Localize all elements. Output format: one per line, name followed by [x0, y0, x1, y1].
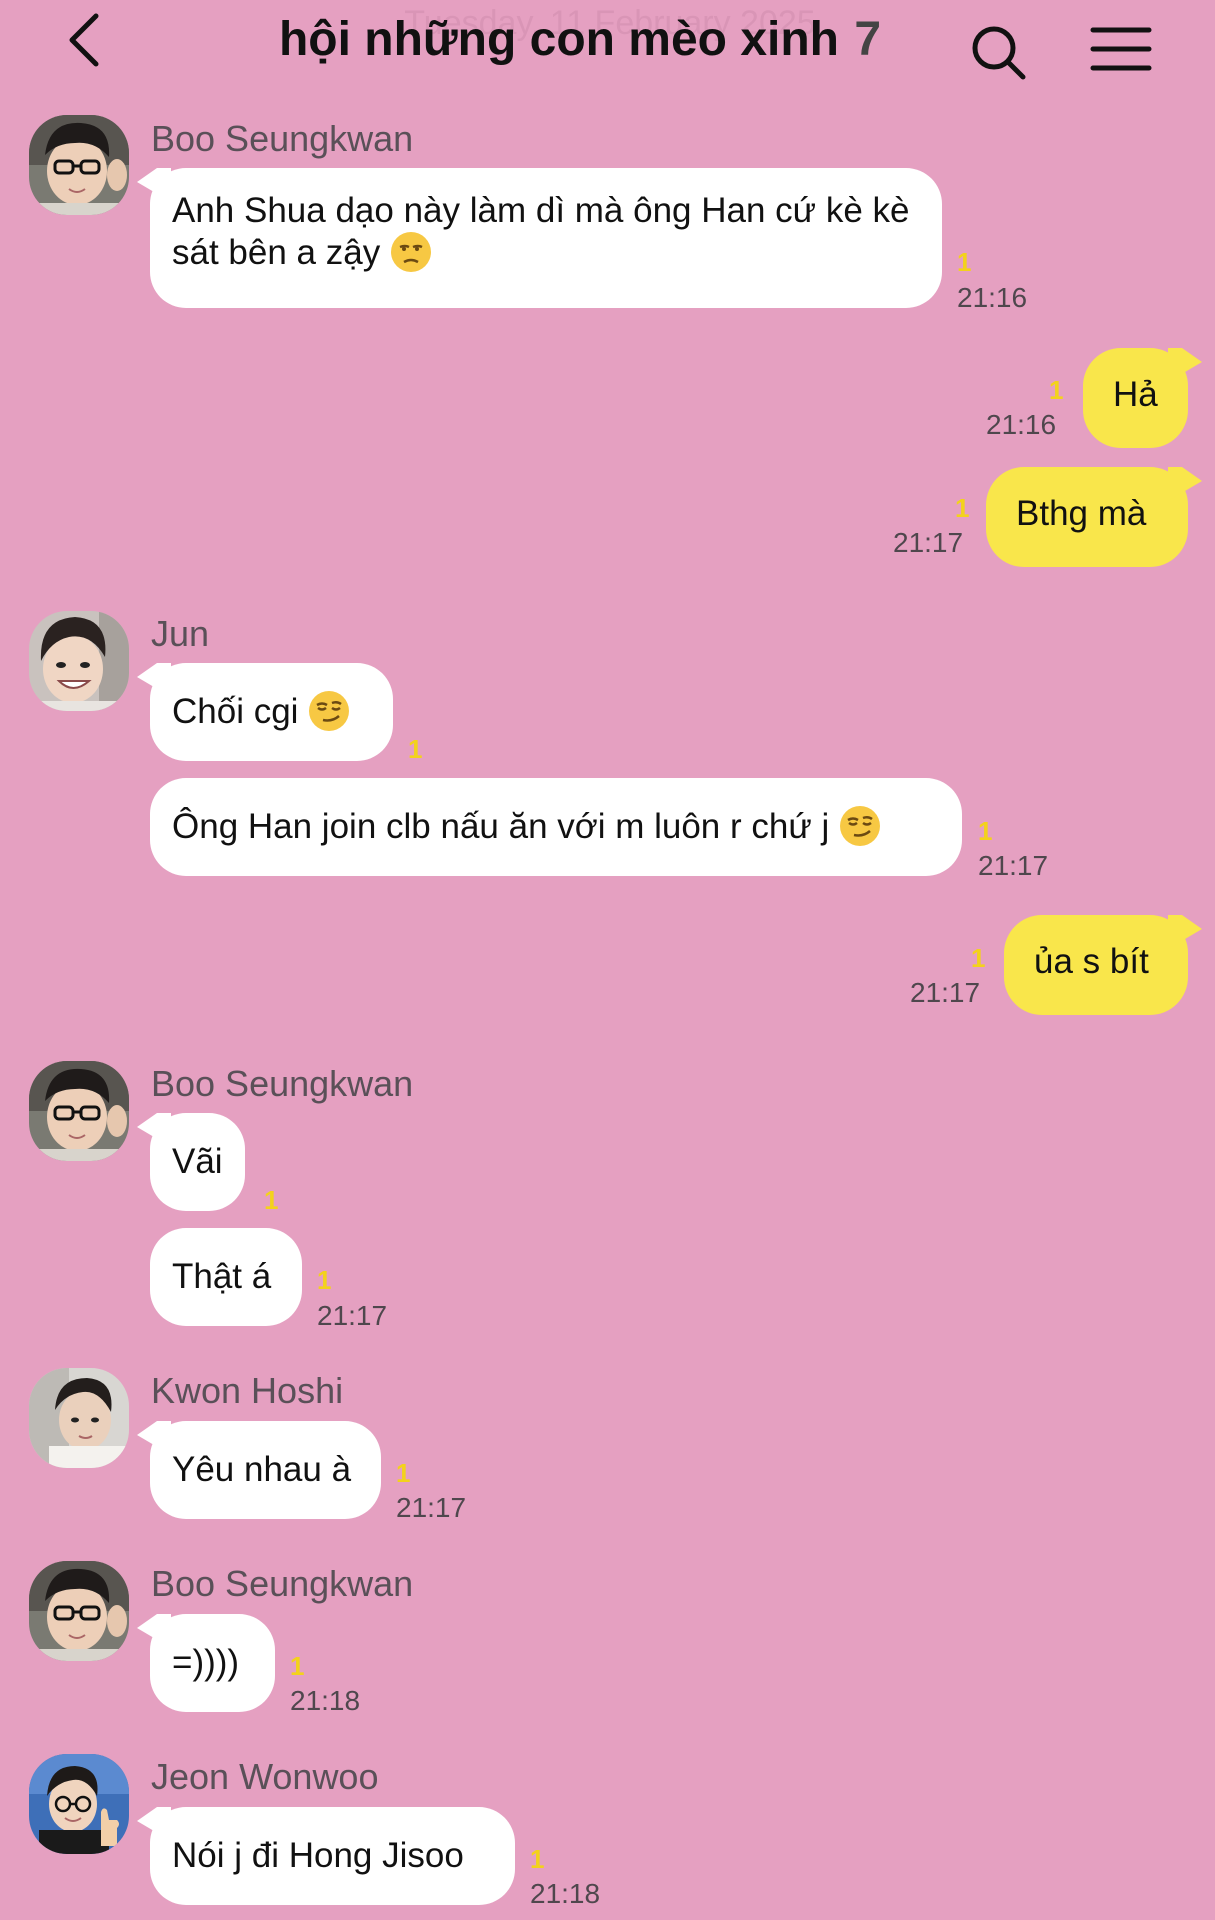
message-time: 21:16: [986, 409, 1057, 440]
message-time: 21:17: [317, 1300, 388, 1331]
message-text: Vãi: [172, 1142, 223, 1181]
unread-count: 1: [1049, 375, 1064, 405]
message-text: Chối cgi: [172, 692, 299, 731]
bubble-tail: [1168, 348, 1202, 382]
message-text: Nói j đi Hong Jisoo: [172, 1836, 464, 1875]
message-bubble-incoming[interactable]: Nói j đi Hong Jisoo: [137, 1807, 515, 1905]
unread-count: 1: [978, 816, 993, 846]
bubble-tail: [137, 1113, 171, 1147]
sender-name: Boo Seungkwan: [151, 1063, 414, 1104]
message-bubble-incoming[interactable]: Chối cgi: [137, 663, 393, 761]
message-bubble-outgoing[interactable]: Hả: [1083, 348, 1202, 448]
message-bubble-incoming[interactable]: Anh Shua dạo này làm dì mà ông Han cứ kè…: [137, 168, 942, 308]
unread-count: 1: [408, 734, 423, 764]
unread-count: 1: [317, 1265, 332, 1295]
sender-name: Jeon Wonwoo: [151, 1756, 379, 1797]
search-button[interactable]: [970, 22, 1028, 82]
bubble-tail: [137, 663, 171, 697]
unread-count: 1: [955, 493, 970, 523]
message-text: ủa s bít: [1034, 942, 1149, 981]
avatar-boo-seungkwan[interactable]: [29, 1561, 129, 1661]
sender-name: Boo Seungkwan: [151, 1563, 414, 1604]
message-text: Thật á: [172, 1257, 272, 1296]
message-text: Bthg mà: [1016, 494, 1147, 533]
bubble-tail: [137, 168, 171, 202]
message-bubble-incoming[interactable]: Ông Han join clb nấu ăn với m luôn r chứ…: [150, 778, 962, 876]
message-time: 21:17: [910, 977, 981, 1008]
avatar-kwon-hoshi[interactable]: [29, 1368, 129, 1468]
member-count: 7: [854, 13, 882, 66]
unread-count: 1: [396, 1458, 411, 1488]
message-time: 21:18: [530, 1878, 601, 1909]
message-time: 21:18: [290, 1685, 361, 1716]
unread-count: 1: [971, 943, 986, 973]
back-button[interactable]: [60, 8, 110, 74]
unread-count: 1: [290, 1651, 305, 1681]
search-icon: [972, 26, 1026, 80]
smirking-face-emoji: [308, 690, 350, 732]
message-text: Yêu nhau à: [172, 1450, 352, 1489]
sender-name: Kwon Hoshi: [151, 1370, 344, 1411]
message-text: Hả: [1113, 375, 1158, 414]
menu-button[interactable]: [1090, 24, 1152, 74]
message-text: Anh Shua dạo này làm dì mà ông Han cứ kè…: [172, 191, 910, 272]
unamused-face-emoji: [390, 231, 432, 273]
message-bubble-outgoing[interactable]: Bthg mà: [986, 467, 1202, 567]
chat-title-text: hội những con mèo xinh: [278, 13, 839, 66]
bubble-tail: [1168, 915, 1202, 949]
message-time: 21:16: [957, 282, 1028, 313]
message-bubble-incoming[interactable]: Thật á: [150, 1228, 302, 1326]
chat-header: Tuesday, 11 February 2025 hội những con …: [0, 0, 1215, 100]
avatar-boo-seungkwan[interactable]: [29, 115, 129, 215]
unread-count: 1: [957, 247, 972, 277]
message-time: 21:17: [978, 850, 1049, 881]
avatar-jun[interactable]: [29, 611, 129, 711]
chevron-left-icon: [69, 13, 99, 67]
message-bubble-incoming[interactable]: Yêu nhau à: [137, 1421, 381, 1519]
bubble-tail: [137, 1807, 171, 1841]
message-bubble-outgoing[interactable]: ủa s bít: [1004, 915, 1202, 1015]
avatar-boo-seungkwan[interactable]: [29, 1061, 129, 1161]
avatar-jeon-wonwoo[interactable]: [29, 1754, 129, 1854]
message-time: 21:17: [893, 527, 964, 558]
hamburger-menu-icon: [1090, 27, 1152, 71]
sender-name: Jun: [151, 613, 210, 654]
message-time: 21:17: [396, 1492, 467, 1523]
unread-count: 1: [264, 1185, 279, 1215]
message-bubble-incoming[interactable]: Vãi: [137, 1113, 245, 1211]
chat-title: hội những con mèo xinh 7: [200, 12, 960, 67]
bubble-tail: [137, 1614, 171, 1648]
bubble-tail: [137, 1421, 171, 1455]
sender-name: Boo Seungkwan: [151, 118, 414, 159]
bubble-tail: [1168, 467, 1202, 501]
message-bubble-incoming[interactable]: =)))): [137, 1614, 275, 1712]
message-text: Ông Han join clb nấu ăn với m luôn r chứ…: [172, 807, 830, 846]
message-text: =)))): [172, 1643, 240, 1682]
smirking-face-emoji: [839, 805, 881, 847]
unread-count: 1: [530, 1844, 545, 1874]
